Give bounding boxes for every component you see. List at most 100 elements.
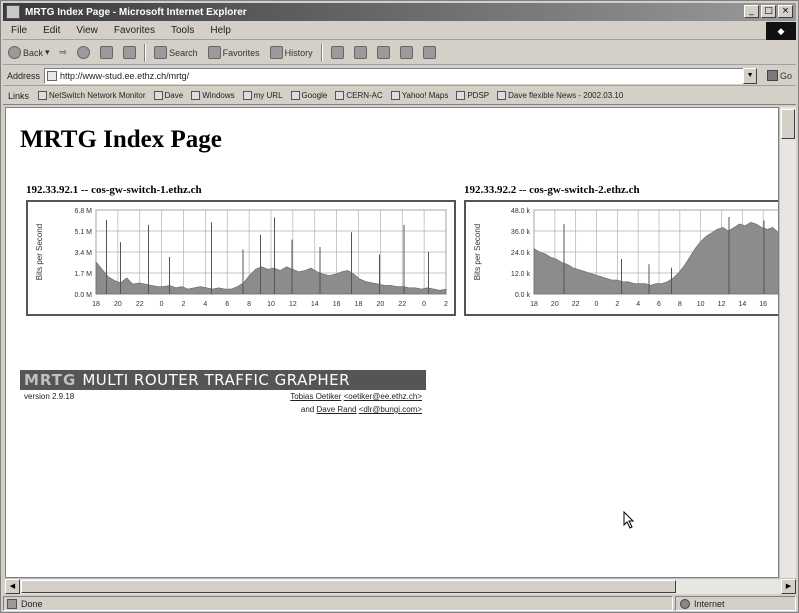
window-title: MRTG Index Page - Microsoft Internet Exp…	[25, 6, 247, 18]
author-link-oetiker[interactable]: Tobias Oetiker	[290, 392, 341, 401]
vertical-scroll-thumb[interactable]	[781, 109, 795, 139]
link-label: PDSP	[467, 91, 490, 100]
messenger-button[interactable]	[418, 46, 441, 59]
traffic-graph-2: Bits per Second 48.0 k 36.0 k 24.0 k 12.0 k 0…	[473, 208, 778, 308]
x-tick-label: 2	[615, 301, 619, 308]
title-bar[interactable]: MRTG Index Page - Microsoft Internet Exp…	[3, 3, 796, 21]
x-tick-label: 20	[114, 301, 122, 308]
link-page-icon	[335, 91, 345, 100]
horizontal-scrollbar[interactable]: ◀ ▶	[5, 578, 796, 594]
link-item[interactable]: Windows	[187, 91, 238, 100]
back-label: Back	[23, 47, 44, 58]
author-email-rand[interactable]: <dlr@bungi.com>	[359, 405, 422, 414]
links-label: Links	[8, 90, 30, 101]
link-item[interactable]: Google	[287, 91, 332, 100]
address-label: Address	[7, 70, 41, 81]
link-item[interactable]: Dave flexible News - 2002.03.10	[493, 91, 627, 100]
page-done-icon	[7, 598, 17, 609]
x-tick-label: 22	[572, 301, 580, 308]
y-tick-label: 6.8 M	[74, 208, 92, 215]
horizontal-scroll-thumb[interactable]	[21, 580, 676, 593]
link-page-icon	[38, 91, 48, 100]
search-label: Search	[169, 47, 198, 58]
standard-toolbar: Back ▾ ⇨ Search Favorites History	[3, 41, 796, 65]
link-item[interactable]: Dave	[150, 91, 188, 100]
y-tick-label: 48.0 k	[511, 208, 531, 215]
author-link-rand[interactable]: Dave Rand	[316, 405, 356, 414]
back-button[interactable]: Back ▾	[3, 46, 55, 59]
menu-file[interactable]: File	[3, 25, 35, 36]
go-button[interactable]: Go	[767, 70, 792, 81]
page-title: MRTG Index Page	[20, 126, 222, 153]
scroll-left-arrow-icon[interactable]: ◀	[5, 579, 20, 594]
status-text: Done	[21, 598, 43, 609]
link-page-icon	[456, 91, 466, 100]
x-tick-label: 8	[678, 301, 682, 308]
security-zone[interactable]: Internet	[675, 596, 796, 611]
link-label: my URL	[253, 91, 283, 100]
y-tick-label: 12.0 k	[511, 271, 531, 278]
address-dropdown-button[interactable]: ▼	[743, 67, 758, 84]
menu-help[interactable]: Help	[202, 25, 239, 36]
x-tick-label: 12	[718, 301, 726, 308]
edit-icon	[376, 46, 390, 59]
favorites-button[interactable]: Favorites	[203, 46, 265, 59]
browser-window: MRTG Index Page - Microsoft Internet Exp…	[0, 0, 799, 613]
x-tick-label: 10	[697, 301, 705, 308]
go-arrow-icon	[767, 70, 779, 81]
graph-caption[interactable]: 192.33.92.1 -- cos-gw-switch-1.ethz.ch	[26, 184, 458, 196]
link-item[interactable]: CERN-AC	[331, 91, 386, 100]
y-tick-label: 0.0 M	[74, 292, 92, 299]
link-label: Windows	[202, 91, 235, 100]
refresh-button[interactable]	[95, 46, 118, 59]
home-button[interactable]	[118, 46, 141, 59]
address-input[interactable]: http://www-stud.ee.ethz.ch/mrtg/	[44, 67, 745, 84]
vertical-scrollbar[interactable]	[779, 107, 796, 578]
scroll-right-arrow-icon[interactable]: ▶	[781, 579, 796, 594]
x-tick-label: 6	[225, 301, 229, 308]
search-button[interactable]: Search	[149, 46, 203, 59]
x-tick-label: 14	[311, 301, 319, 308]
x-tick-label: 16	[759, 301, 767, 308]
menu-edit[interactable]: Edit	[35, 25, 68, 36]
link-item[interactable]: PDSP	[452, 91, 493, 100]
maximize-button[interactable]: □	[761, 5, 776, 18]
x-tick-label: 18	[92, 301, 100, 308]
mail-button[interactable]	[326, 46, 349, 59]
zone-label: Internet	[694, 598, 725, 609]
favorites-icon	[207, 46, 221, 59]
link-item[interactable]: my URL	[239, 91, 287, 100]
mouse-cursor-icon	[623, 511, 635, 529]
menu-favorites[interactable]: Favorites	[106, 25, 163, 36]
address-bar: Address http://www-stud.ee.ethz.ch/mrtg/…	[3, 66, 796, 86]
forward-button[interactable]: ⇨	[55, 47, 73, 58]
graph-frame[interactable]: Bits per Second 6.8 M 5.1 M 3.4 M 1.7 M 0.0 M…	[26, 200, 456, 316]
go-label: Go	[780, 70, 793, 81]
link-page-icon	[390, 91, 400, 100]
menu-view[interactable]: View	[68, 25, 106, 36]
graph-block-1: 192.33.92.1 -- cos-gw-switch-1.ethz.ch B…	[26, 184, 458, 316]
edit-button[interactable]	[372, 46, 395, 59]
discuss-button[interactable]	[395, 46, 418, 59]
author-email-oetiker[interactable]: <oetiker@ee.ethz.ch>	[344, 392, 422, 401]
link-label: NetSwitch Network Monitor	[49, 91, 146, 100]
link-label: Google	[301, 91, 328, 100]
link-item[interactable]: Yahoo! Maps	[387, 91, 453, 100]
link-item[interactable]: NetSwitch Network Monitor	[34, 91, 149, 100]
minimize-button[interactable]: _	[744, 5, 759, 18]
mrtg-logo[interactable]: MRTG MULTI ROUTER TRAFFIC GRAPHER	[20, 370, 426, 390]
graph-caption[interactable]: 192.33.92.2 -- cos-gw-switch-2.ethz.ch	[464, 184, 778, 196]
mrtg-logo-mark: MRTG	[24, 371, 77, 389]
history-button[interactable]: History	[265, 46, 318, 59]
x-tick-label: 0	[160, 301, 164, 308]
graph-frame[interactable]: Bits per Second 48.0 k 36.0 k 24.0 k 12.0 k 0…	[464, 200, 778, 316]
y-tick-label: 24.0 k	[511, 250, 531, 257]
discuss-icon	[399, 46, 413, 59]
print-button[interactable]	[349, 46, 372, 59]
stop-button[interactable]	[72, 46, 95, 59]
history-icon	[269, 46, 283, 59]
menu-tools[interactable]: Tools	[163, 25, 202, 36]
close-button[interactable]: ×	[778, 5, 793, 18]
favorites-label: Favorites	[222, 47, 260, 58]
back-arrow-icon	[8, 46, 21, 59]
